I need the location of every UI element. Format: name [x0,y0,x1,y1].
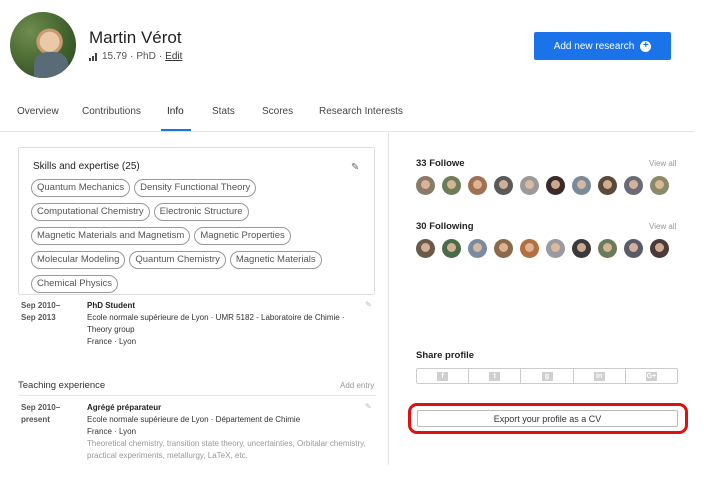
skill-chip[interactable]: Computational Chemistry [31,203,150,221]
following-avatar[interactable] [416,239,435,258]
following-avatar[interactable] [468,239,487,258]
follower-avatar[interactable] [650,176,669,195]
following-avatar[interactable] [442,239,461,258]
meta-separator: · [130,51,134,62]
follower-avatar[interactable] [442,176,461,195]
share-twitter-button[interactable]: t [469,369,522,383]
following-avatar[interactable] [624,239,643,258]
profile-score: 15.79 [102,51,128,62]
profile-tabs: Overview Contributions Info Stats Scores… [0,95,694,132]
teaching-role: Agrégé préparateur [87,403,162,412]
following-avatar[interactable] [494,239,513,258]
score-bars-icon [89,52,97,61]
skill-chip[interactable]: Quantum Chemistry [129,251,226,269]
skill-chip[interactable]: Magnetic Materials [229,251,322,269]
experience-entry: PhD Student Ecole normale supérieure de … [87,300,372,348]
follower-avatar[interactable] [416,176,435,195]
teaching-description: Theoretical chemistry, transition state … [87,439,366,460]
column-divider [388,133,389,465]
add-new-research-label: Add new research [553,40,635,52]
skill-chip[interactable]: Quantum Mechanics [31,179,131,197]
tab-stats[interactable]: Stats [212,106,235,117]
edit-profile-link[interactable]: Edit [165,51,182,62]
following-avatar[interactable] [546,239,565,258]
experience-date-start: Sep 2010– [21,301,61,310]
followers-title: 33 Followe [416,158,465,169]
share-google-plus-button[interactable]: G+ [626,369,677,383]
edit-skills-pencil-icon[interactable]: ✎ [351,162,359,173]
skill-chip[interactable]: Chemical Physics [31,275,118,293]
profile-name: Martin Vérot [89,28,182,47]
skills-card: Skills and expertise (25) ✎ Quantum Mech… [18,147,375,295]
share-linkedin-button[interactable]: in [574,369,626,383]
experience-date-end: Sep 2013 [21,313,56,322]
skill-chip[interactable]: Electronic Structure [153,203,249,221]
profile-avatar[interactable] [10,12,76,78]
follower-avatar[interactable] [572,176,591,195]
google-scholar-icon: g [541,371,553,381]
plus-circle-icon: + [640,40,652,52]
teaching-date-start: Sep 2010– [21,403,61,412]
linkedin-icon: in [593,371,605,381]
teaching-divider [18,395,375,396]
following-title: 30 Following [416,221,474,232]
follower-avatar[interactable] [624,176,643,195]
google-plus-icon: G+ [645,371,657,381]
profile-degree: PhD [136,51,156,62]
teaching-location: France · Lyon [87,427,137,436]
tab-contributions[interactable]: Contributions [82,106,141,117]
experience-org: Ecole normale supérieure de Lyon · UMR 5… [87,313,345,322]
add-teaching-entry-link[interactable]: Add entry [340,381,374,390]
tab-info[interactable]: Info [167,106,184,117]
teaching-entry: Agrégé préparateur Ecole normale supérie… [87,402,372,462]
following-avatar[interactable] [520,239,539,258]
tab-overview[interactable]: Overview [17,106,59,117]
tab-research-interests[interactable]: Research Interests [319,106,403,117]
export-cv-button[interactable]: Export your profile as a CV [417,410,678,427]
followers-avatar-list [416,176,669,195]
following-avatar[interactable] [572,239,591,258]
skill-chip[interactable]: Magnetic Materials and Magnetism [31,227,191,245]
skill-chip[interactable]: Magnetic Properties [194,227,291,245]
following-avatar[interactable] [598,239,617,258]
teaching-date-end: present [21,415,50,424]
follower-avatar[interactable] [598,176,617,195]
share-profile-title: Share profile [416,350,475,361]
tab-scores[interactable]: Scores [262,106,293,117]
share-facebook-button[interactable]: f [417,369,470,383]
edit-teaching-pencil-icon[interactable]: ✎ [365,402,372,411]
experience-role: PhD Student [87,301,135,310]
skill-chip[interactable]: Density Functional Theory [134,179,257,197]
skills-title: Skills and expertise (25) [33,161,140,172]
add-new-research-button[interactable]: Add new research + [534,32,671,60]
skills-chip-list: Quantum Mechanics Density Functional The… [31,179,361,293]
following-avatar[interactable] [650,239,669,258]
profile-meta: 15.79 · PhD · Edit [89,51,182,62]
active-tab-indicator [161,129,191,131]
follower-avatar[interactable] [546,176,565,195]
skill-chip[interactable]: Molecular Modeling [31,251,126,269]
following-avatar-list [416,239,669,258]
follower-avatar[interactable] [468,176,487,195]
experience-dept: Theory group [87,325,135,334]
teaching-title: Teaching experience [18,380,106,391]
experience-location: France · Lyon [87,337,137,346]
follower-avatar[interactable] [494,176,513,195]
share-buttons-row: f t g in G+ [416,368,678,384]
followers-view-all-link[interactable]: View all [649,159,676,168]
follower-avatar[interactable] [520,176,539,195]
share-google-scholar-button[interactable]: g [521,369,574,383]
facebook-icon: f [437,371,449,381]
edit-experience-pencil-icon[interactable]: ✎ [365,300,372,309]
twitter-icon: t [489,371,501,381]
teaching-org: Ecole normale supérieure de Lyon · Dépar… [87,415,301,424]
meta-separator: · [158,51,163,62]
following-view-all-link[interactable]: View all [649,222,676,231]
